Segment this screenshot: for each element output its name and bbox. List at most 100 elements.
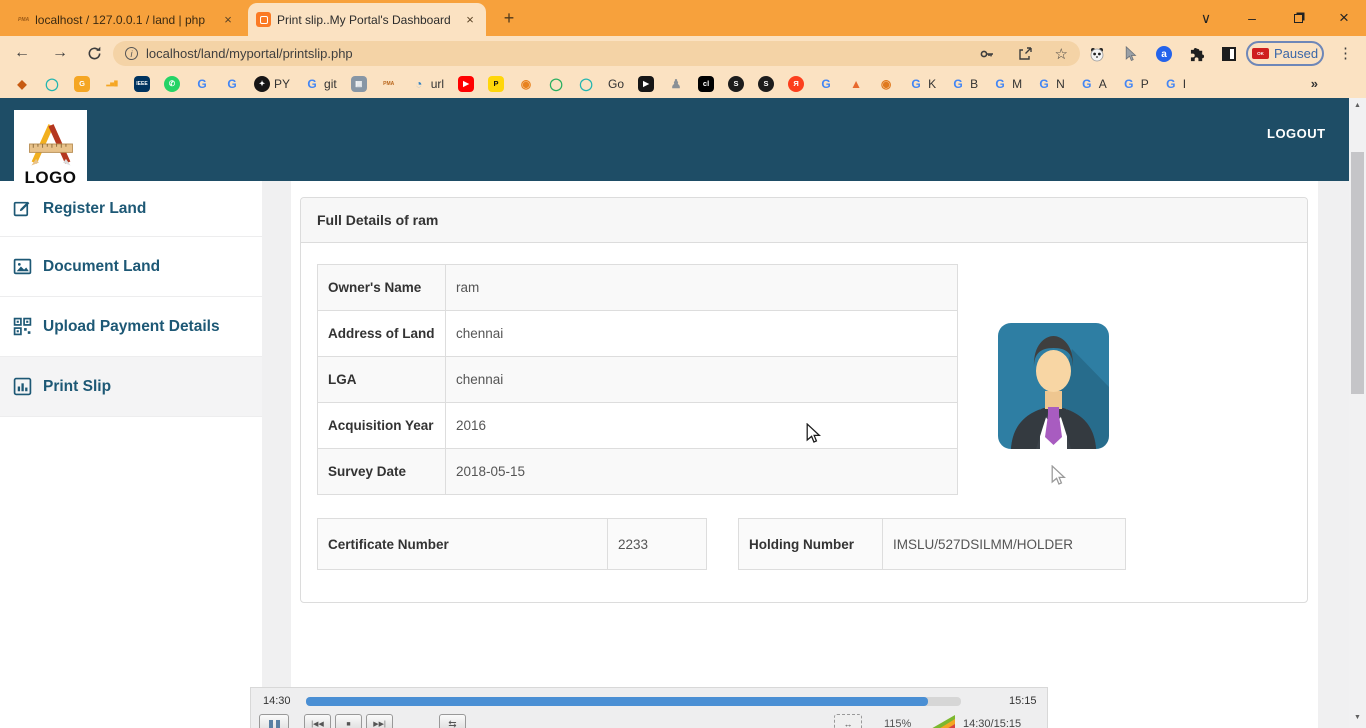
bar-chart-icon [13, 377, 32, 396]
reload-button[interactable] [82, 41, 106, 65]
browser-toolbar: ← → i localhost/land/myportal/printslip.… [0, 36, 1366, 70]
git-bookmark[interactable]: Ggit [304, 76, 337, 92]
site-info-icon[interactable]: i [125, 47, 138, 60]
address-bar[interactable]: i localhost/land/myportal/printslip.php … [113, 41, 1080, 66]
panda-extension-icon[interactable] [1088, 45, 1106, 63]
s-icon[interactable]: S [758, 76, 774, 92]
restore-button[interactable] [1276, 0, 1320, 36]
new-tab-button[interactable]: + [496, 6, 522, 30]
diamond-icon[interactable]: ◆ [14, 76, 30, 92]
matlab-icon[interactable]: ▲ [848, 76, 864, 92]
password-key-icon[interactable] [979, 46, 995, 62]
phpmyadmin-favicon-icon: PMA [18, 17, 29, 23]
cl-icon[interactable]: cl [698, 76, 714, 92]
forward-button[interactable]: → [48, 41, 72, 65]
google-letter-bookmark[interactable]: GN [1036, 76, 1065, 92]
github-icon[interactable]: ✦PY [254, 76, 290, 92]
s-icon[interactable]: S [728, 76, 744, 92]
tab-title: localhost / 127.0.0.1 / land | php [35, 13, 214, 27]
analytics-icon[interactable]: ▂▅█ [104, 76, 120, 92]
seek-bar[interactable] [306, 697, 961, 706]
toolbox-icon[interactable]: ▤ [351, 76, 367, 92]
godaddy-icon[interactable]: ◯ [44, 76, 60, 92]
tab-close-icon[interactable]: × [220, 12, 236, 27]
total-time: 15:15 [1009, 695, 1037, 707]
scrollbar-thumb[interactable] [1351, 152, 1364, 394]
extensions-puzzle-icon[interactable] [1188, 45, 1206, 63]
recorder-paused-badge[interactable]: OK Paused [1246, 41, 1324, 66]
google-icon[interactable]: G [818, 76, 834, 92]
scroll-down-icon[interactable]: ▼ [1349, 714, 1366, 721]
detail-label: Owner's Name [318, 265, 446, 311]
ieee-icon[interactable]: IEEE [134, 76, 150, 92]
detail-value: chennai [446, 311, 958, 357]
logo-text: LOGO [24, 169, 76, 186]
google-letter-bookmark[interactable]: GK [908, 76, 936, 92]
p-icon[interactable]: P [488, 76, 504, 92]
google-letter-bookmark[interactable]: GA [1079, 76, 1107, 92]
sidebar-item-label: Print Slip [43, 378, 111, 396]
google-icon[interactable]: G [194, 76, 210, 92]
sidebar-item-upload-payment-details[interactable]: Upload Payment Details [0, 297, 262, 357]
youtube-icon[interactable]: ▶ [458, 76, 474, 92]
figure-icon[interactable]: ♟ [668, 76, 684, 92]
detail-value: 2016 [446, 403, 958, 449]
next-button[interactable]: ▶▶| [366, 714, 393, 728]
browser-menu-icon[interactable]: ⋮ [1338, 44, 1353, 62]
url-text[interactable]: localhost/land/myportal/printslip.php [146, 46, 957, 61]
tab-print-slip[interactable]: Print slip..My Portal's Dashboard × [248, 3, 486, 36]
video-player-bar: 14:30 15:15 |◀◀ ■ ▶▶| ⇆ ↔ 115% 14:30/15:… [250, 687, 1048, 728]
sidebar-item-label: Upload Payment Details [43, 318, 220, 336]
table-row: LGA chennai [318, 357, 958, 403]
detail-label: Address of Land [318, 311, 446, 357]
recorded-cursor [1051, 465, 1066, 486]
fit-button[interactable]: ↔ [834, 714, 862, 728]
bookmark-star-icon[interactable]: ☆ [1055, 45, 1068, 63]
whatsapp-icon[interactable]: ✆ [164, 76, 180, 92]
owner-avatar [998, 323, 1109, 449]
logout-link[interactable]: LOGOUT [1267, 126, 1326, 141]
phpmyadmin-icon[interactable]: PMA [381, 76, 397, 92]
tab-search-chevron-icon[interactable]: ∨ [1184, 0, 1228, 36]
loop-button[interactable]: ⇆ [439, 714, 466, 728]
video-camera-icon[interactable]: ◉ [518, 76, 534, 92]
tab-phpmyadmin[interactable]: PMA localhost / 127.0.0.1 / land | php × [10, 3, 244, 36]
reading-mode-icon[interactable] [1220, 45, 1238, 63]
sidebar-item-document-land[interactable]: Document Land [0, 237, 262, 297]
google-letter-bookmark[interactable]: GM [992, 76, 1022, 92]
bookmarks-overflow-icon[interactable]: » [1311, 76, 1318, 91]
google-icon[interactable]: G [224, 76, 240, 92]
google-letter-bookmark[interactable]: GB [950, 76, 978, 92]
sidebar-item-register-land[interactable]: Register Land [0, 181, 262, 237]
tab-title: Print slip..My Portal's Dashboard [277, 13, 456, 27]
pointer-extension-icon[interactable] [1122, 45, 1140, 63]
tab-close-icon[interactable]: × [462, 12, 478, 27]
table-row: Certificate Number 2233 [318, 519, 707, 570]
close-button[interactable]: × [1322, 0, 1366, 36]
yandex-icon[interactable]: Я [788, 76, 804, 92]
url-bookmark[interactable]: ◔url [411, 76, 444, 92]
pause-button[interactable] [259, 714, 289, 728]
stop-button[interactable]: ■ [335, 714, 362, 728]
page-scrollbar[interactable]: ▲ ▼ [1349, 98, 1366, 728]
back-button[interactable]: ← [10, 41, 34, 65]
table-row: Address of Land chennai [318, 311, 958, 357]
ring-icon[interactable]: ◯ [548, 76, 564, 92]
sidebar-item-print-slip[interactable]: Print Slip [0, 357, 262, 417]
scroll-up-icon[interactable]: ▲ [1349, 102, 1366, 109]
panel-title: Full Details of ram [301, 198, 1307, 243]
xampp-favicon-icon [256, 12, 271, 27]
eye-icon[interactable]: ◉ [878, 76, 894, 92]
portal-logo[interactable]: LOGO [14, 110, 87, 187]
godaddy-icon[interactable]: ◯ [578, 76, 594, 92]
cube-icon[interactable]: G [74, 76, 90, 92]
duck-icon[interactable]: ▶ [638, 76, 654, 92]
minimize-button[interactable]: – [1230, 0, 1274, 36]
go-bookmark[interactable]: Go [608, 76, 624, 92]
a-extension-icon[interactable]: a [1155, 45, 1173, 63]
certificate-table: Certificate Number 2233 [317, 518, 707, 570]
google-letter-bookmark[interactable]: GI [1163, 76, 1186, 92]
share-icon[interactable] [1017, 46, 1033, 62]
google-letter-bookmark[interactable]: GP [1121, 76, 1149, 92]
previous-button[interactable]: |◀◀ [304, 714, 331, 728]
